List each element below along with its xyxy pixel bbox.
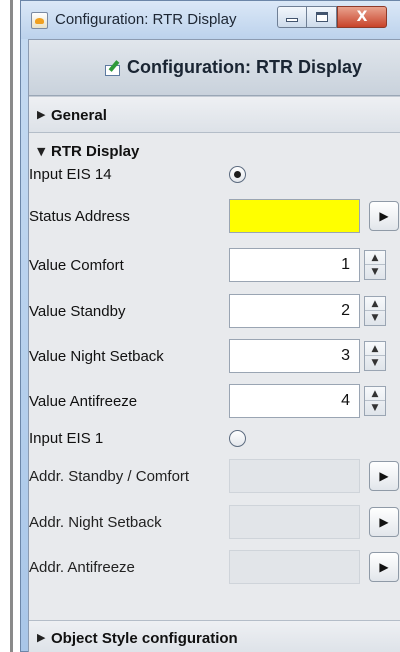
addr-night-setback-field	[229, 505, 360, 539]
value-comfort-input[interactable]: 1	[229, 248, 360, 282]
window-titlebar[interactable]: Configuration: RTR Display X	[21, 1, 400, 39]
close-icon: X	[356, 9, 368, 25]
spinner-down-icon[interactable]: ▼	[365, 356, 385, 370]
maximize-button[interactable]	[307, 6, 337, 28]
row-addr-antifreeze: Addr. Antifreeze ▶	[29, 547, 400, 587]
section-object-style[interactable]: ▶ Object Style configuration	[29, 620, 400, 652]
window-title: Configuration: RTR Display	[55, 11, 237, 28]
background-window-edge	[10, 0, 13, 652]
expand-arrow-icon: ▶	[37, 108, 46, 121]
value-comfort-value: 1	[341, 256, 350, 273]
row-input-eis1: Input EIS 1	[29, 424, 400, 454]
spinner-down-icon[interactable]: ▼	[365, 311, 385, 325]
maximize-icon	[315, 12, 328, 22]
value-antifreeze-label: Value Antifreeze	[29, 393, 138, 410]
configuration-window: Configuration: RTR Display X Configurati…	[20, 0, 400, 652]
row-value-comfort: Value Comfort 1 ▲ ▼	[29, 245, 400, 285]
addr-standby-comfort-label: Addr. Standby / Comfort	[29, 468, 190, 485]
status-address-select-button[interactable]: ▶	[369, 201, 399, 231]
section-general[interactable]: ▶ General	[29, 96, 400, 133]
section-general-label: General	[51, 107, 107, 124]
spinner-down-icon[interactable]: ▼	[365, 401, 385, 415]
value-antifreeze-value: 4	[341, 392, 350, 409]
play-arrow-icon: ▶	[379, 560, 389, 574]
input-eis1-radio[interactable]	[229, 430, 246, 447]
value-comfort-spinner[interactable]: ▲ ▼	[364, 250, 386, 280]
addr-antifreeze-select-button[interactable]: ▶	[369, 552, 399, 582]
value-standby-label: Value Standby	[29, 303, 126, 320]
spinner-up-icon[interactable]: ▲	[365, 251, 385, 265]
input-eis14-radio[interactable]	[229, 166, 246, 183]
status-address-field[interactable]	[229, 199, 360, 233]
value-antifreeze-input[interactable]: 4	[229, 384, 360, 418]
collapse-arrow-icon: ▼	[37, 145, 46, 158]
spinner-up-icon[interactable]: ▲	[365, 387, 385, 401]
play-arrow-icon: ▶	[379, 209, 389, 223]
value-standby-spinner[interactable]: ▲ ▼	[364, 296, 386, 326]
addr-night-setback-label: Addr. Night Setback	[29, 514, 162, 531]
spinner-up-icon[interactable]: ▲	[365, 297, 385, 311]
value-night-setback-input[interactable]: 3	[229, 339, 360, 373]
minimize-button[interactable]	[277, 6, 307, 28]
value-standby-input[interactable]: 2	[229, 294, 360, 328]
background-window-strip	[0, 0, 20, 652]
row-value-standby: Value Standby 2 ▲ ▼	[29, 291, 400, 331]
addr-standby-comfort-select-button[interactable]: ▶	[369, 461, 399, 491]
addr-antifreeze-field	[229, 550, 360, 584]
config-panel: Configuration: RTR Display ▶ General ▼ R…	[28, 39, 400, 652]
row-input-eis14: Input EIS 14	[29, 160, 400, 190]
minimize-icon	[286, 18, 298, 22]
input-eis1-label: Input EIS 1	[29, 430, 104, 447]
expand-arrow-icon: ▶	[37, 631, 46, 644]
value-night-setback-label: Value Night Setback	[29, 348, 164, 365]
spinner-down-icon[interactable]: ▼	[365, 265, 385, 279]
addr-standby-comfort-field	[229, 459, 360, 493]
dialog-title: Configuration: RTR Display	[127, 57, 362, 77]
row-value-antifreeze: Value Antifreeze 4 ▲ ▼	[29, 381, 400, 421]
section-object-style-label: Object Style configuration	[51, 630, 238, 647]
value-comfort-label: Value Comfort	[29, 257, 124, 274]
addr-night-setback-select-button[interactable]: ▶	[369, 507, 399, 537]
addr-antifreeze-label: Addr. Antifreeze	[29, 559, 135, 576]
section-rtr-display-label: RTR Display	[51, 143, 140, 160]
row-status-address: Status Address ▶	[29, 196, 400, 236]
input-eis14-label: Input EIS 14	[29, 166, 112, 183]
spinner-up-icon[interactable]: ▲	[365, 342, 385, 356]
edit-icon	[105, 60, 122, 76]
app-icon	[31, 12, 48, 29]
row-value-night-setback: Value Night Setback 3 ▲ ▼	[29, 336, 400, 376]
row-addr-standby-comfort: Addr. Standby / Comfort ▶	[29, 456, 400, 496]
row-addr-night-setback: Addr. Night Setback ▶	[29, 502, 400, 542]
dialog-header: Configuration: RTR Display	[29, 40, 400, 96]
value-standby-value: 2	[341, 302, 350, 319]
status-address-label: Status Address	[29, 208, 130, 225]
play-arrow-icon: ▶	[379, 469, 389, 483]
close-button[interactable]: X	[337, 6, 387, 28]
value-antifreeze-spinner[interactable]: ▲ ▼	[364, 386, 386, 416]
play-arrow-icon: ▶	[379, 515, 389, 529]
value-night-setback-value: 3	[341, 347, 350, 364]
value-night-setback-spinner[interactable]: ▲ ▼	[364, 341, 386, 371]
